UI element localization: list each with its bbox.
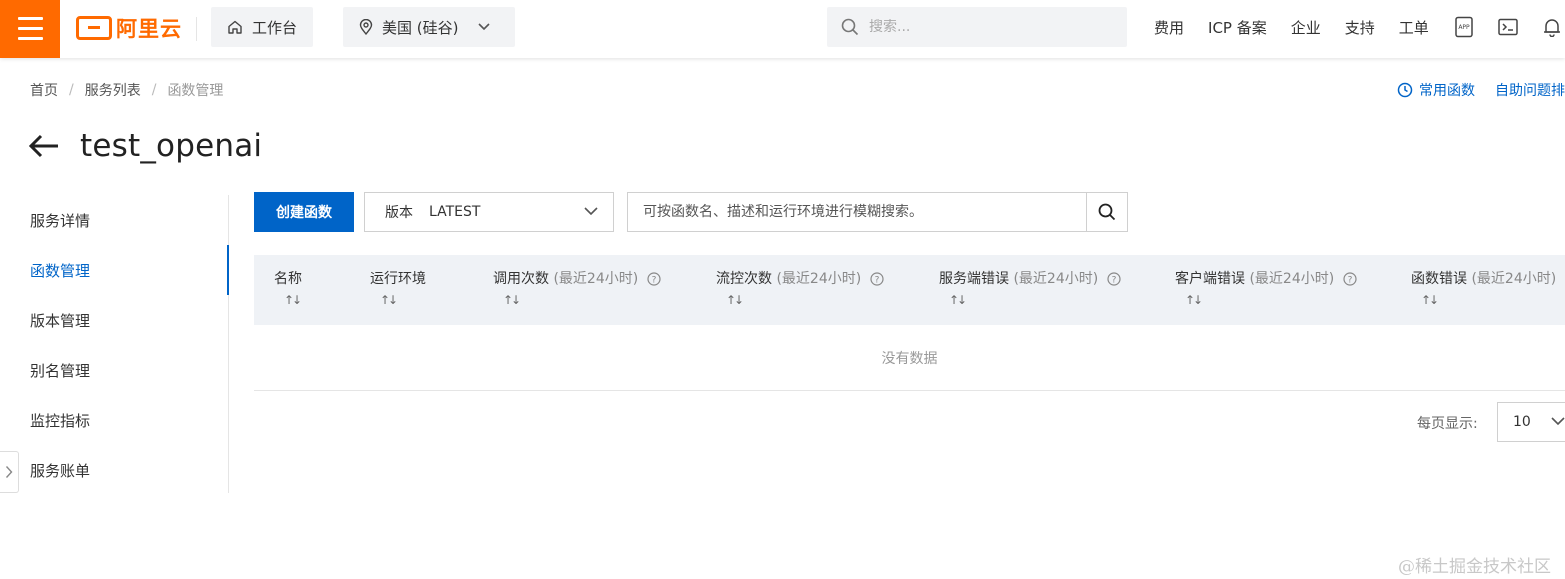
sidenav-item-version-management[interactable]: 版本管理: [0, 295, 228, 345]
chevron-down-icon: [584, 207, 598, 216]
svg-text:?: ?: [874, 276, 879, 286]
chevron-down-icon: [1551, 417, 1565, 426]
chevron-right-icon: [5, 466, 13, 478]
breadcrumb-home[interactable]: 首页: [30, 80, 58, 100]
create-function-button[interactable]: 创建函数: [254, 192, 354, 232]
sort-icon[interactable]: ↑↓: [503, 293, 661, 307]
bell-icon[interactable]: [1541, 16, 1563, 38]
page-size-select[interactable]: 10: [1497, 402, 1565, 442]
function-search: [627, 192, 1128, 232]
home-icon: [228, 20, 242, 34]
page-size-label: 每页显示:: [1417, 416, 1478, 432]
nav-enterprise[interactable]: 企业: [1291, 17, 1321, 38]
sort-icon[interactable]: ↑↓: [726, 293, 884, 307]
hamburger-menu-button[interactable]: [0, 0, 60, 58]
aliyun-logo[interactable]: 阿里云: [76, 14, 182, 42]
back-arrow-icon[interactable]: [28, 134, 60, 158]
terminal-icon[interactable]: [1497, 16, 1519, 38]
version-label: 版本: [385, 205, 413, 221]
sort-icon[interactable]: ↑↓: [284, 293, 302, 307]
app-icon[interactable]: APP: [1453, 16, 1475, 38]
page-size-value: 10: [1513, 414, 1531, 430]
search-icon: [1098, 203, 1116, 221]
sort-icon[interactable]: ↑↓: [380, 293, 426, 307]
sidenav-item-alias-management[interactable]: 别名管理: [0, 345, 228, 395]
location-pin-icon: [359, 19, 373, 35]
aliyun-logo-mark-icon: [76, 16, 112, 40]
sidenav-item-service-details[interactable]: 服务详情: [0, 195, 228, 245]
column-header-invocations[interactable]: 调用次数 (最近24小时) ? ↑↓: [493, 268, 661, 307]
svg-text:APP: APP: [1458, 24, 1470, 31]
page-title: test_openai: [80, 128, 263, 164]
column-header-runtime[interactable]: 运行环境 ↑↓: [370, 268, 426, 307]
column-header-name[interactable]: 名称 ↑↓: [274, 268, 302, 307]
self-help-link[interactable]: 自助问题排: [1495, 80, 1565, 100]
svg-text:?: ?: [1347, 276, 1352, 286]
service-side-nav: 服务详情 函数管理 版本管理 别名管理 监控指标 服务账单: [0, 195, 229, 493]
help-links: 常用函数 自助问题排: [1397, 80, 1565, 100]
nav-billing[interactable]: 费用: [1154, 17, 1184, 38]
sidenav-item-monitoring[interactable]: 监控指标: [0, 395, 228, 445]
nav-icp[interactable]: ICP 备案: [1208, 17, 1267, 38]
breadcrumb-separator: /: [151, 82, 157, 98]
sidenav-item-function-management[interactable]: 函数管理: [0, 245, 229, 295]
help-icon[interactable]: ?: [1343, 272, 1357, 286]
table-empty-state: 没有数据: [254, 325, 1565, 391]
help-icon[interactable]: ?: [1107, 272, 1121, 286]
top-nav: 费用 ICP 备案 企业 支持 工单 APP: [1154, 0, 1565, 54]
version-value: LATEST: [429, 204, 481, 220]
breadcrumb: 首页 / 服务列表 / 函数管理: [30, 80, 223, 100]
help-icon[interactable]: ?: [647, 272, 661, 286]
column-header-server-errors[interactable]: 服务端错误 (最近24小时) ? ↑↓: [939, 268, 1121, 307]
column-header-function-errors[interactable]: 函数错误 (最近24小时) ↑↓: [1411, 268, 1556, 307]
watermark: @稀土掘金技术社区: [1398, 557, 1551, 577]
workbench-button[interactable]: 工作台: [211, 7, 313, 47]
function-search-button[interactable]: [1086, 193, 1127, 231]
function-search-input[interactable]: [628, 193, 1086, 231]
sort-icon[interactable]: ↑↓: [949, 293, 1121, 307]
page-header: test_openai: [28, 128, 262, 164]
sort-icon[interactable]: ↑↓: [1421, 293, 1556, 307]
breadcrumb-separator: /: [69, 82, 74, 98]
help-icon[interactable]: ?: [870, 272, 884, 286]
workbench-label: 工作台: [252, 18, 298, 37]
clock-icon: [1397, 82, 1413, 98]
sort-icon[interactable]: ↑↓: [1185, 293, 1357, 307]
nav-support[interactable]: 支持: [1345, 17, 1375, 38]
chevron-down-icon: [478, 23, 491, 31]
region-label: 美国 (硅谷): [382, 18, 459, 37]
svg-text:?: ?: [1111, 276, 1116, 286]
svg-text:?: ?: [651, 276, 656, 286]
global-search[interactable]: [827, 7, 1127, 47]
column-header-client-errors[interactable]: 客户端错误 (最近24小时) ? ↑↓: [1175, 268, 1357, 307]
version-select[interactable]: 版本 LATEST: [364, 192, 614, 232]
search-icon: [841, 18, 859, 36]
top-bar: 阿里云 工作台 美国 (硅谷) 费用 ICP 备案 企业 支持 工单 APP: [0, 0, 1565, 58]
common-functions-link[interactable]: 常用函数: [1419, 80, 1475, 100]
brand-name: 阿里云: [116, 17, 182, 41]
sidenav-item-billing[interactable]: 服务账单: [0, 445, 228, 495]
region-selector[interactable]: 美国 (硅谷): [343, 7, 515, 47]
sidebar-expand-toggle[interactable]: [0, 451, 19, 493]
nav-ticket[interactable]: 工单: [1399, 17, 1429, 38]
divider: [196, 17, 197, 41]
column-header-throttles[interactable]: 流控次数 (最近24小时) ? ↑↓: [716, 268, 884, 307]
breadcrumb-service-list[interactable]: 服务列表: [85, 80, 141, 100]
function-table-header: 名称 ↑↓ 运行环境 ↑↓ 调用次数 (最近24小时) ? ↑↓ 流控次数 (最…: [254, 255, 1565, 325]
global-search-input[interactable]: [869, 19, 1099, 35]
breadcrumb-current: 函数管理: [167, 83, 224, 99]
